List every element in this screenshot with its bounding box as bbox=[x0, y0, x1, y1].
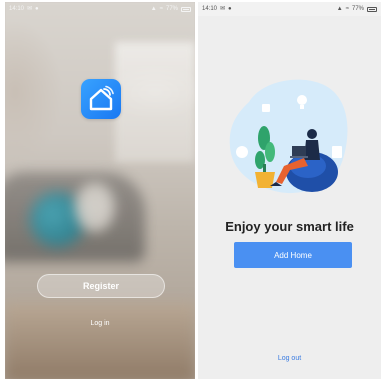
login-link[interactable]: Log in bbox=[5, 320, 195, 327]
add-home-button[interactable]: Add Home bbox=[234, 242, 352, 268]
house-wifi-icon bbox=[89, 85, 114, 111]
status-time: 14:10 bbox=[9, 6, 25, 12]
smart-speaker-icon bbox=[236, 146, 248, 158]
battery-percent: 77% bbox=[351, 6, 364, 12]
message-icon: ✉ bbox=[220, 6, 226, 12]
notification-icon: ● bbox=[228, 6, 232, 12]
logout-link[interactable]: Log out bbox=[198, 355, 381, 362]
background-table bbox=[5, 302, 195, 379]
battery-icon bbox=[367, 6, 377, 12]
signal-icon: ▲ bbox=[150, 6, 157, 12]
background-window bbox=[115, 42, 195, 162]
message-icon: ✉ bbox=[27, 6, 33, 12]
headline: Enjoy your smart life bbox=[225, 219, 354, 234]
smart-plug-icon bbox=[332, 146, 342, 158]
battery-percent: 77% bbox=[165, 6, 178, 12]
status-time: 14:10 bbox=[202, 6, 218, 12]
wifi-icon: ≈ bbox=[159, 6, 163, 12]
add-home-screen: 14:10 ✉ ● ▲ ≈ 77% Enjoy your smart life … bbox=[198, 2, 381, 379]
signal-icon: ▲ bbox=[336, 6, 343, 12]
status-bar: 14:10 ✉ ● ▲ ≈ 77% bbox=[198, 2, 381, 16]
smart-home-icon bbox=[81, 79, 121, 119]
screenshot-canvas: 14:10 ✉ ● ▲ ≈ 77% Register Log in 14:10 … bbox=[0, 0, 385, 382]
status-bar: 14:10 ✉ ● ▲ ≈ 77% bbox=[5, 2, 195, 16]
register-button[interactable]: Register bbox=[37, 274, 165, 298]
smart-life-illustration bbox=[229, 79, 348, 194]
wifi-icon: ≈ bbox=[345, 6, 349, 12]
welcome-screen: 14:10 ✉ ● ▲ ≈ 77% Register Log in bbox=[5, 2, 195, 379]
battery-icon bbox=[181, 6, 191, 12]
smart-device-icon bbox=[262, 104, 270, 112]
background-decor bbox=[75, 182, 115, 232]
notification-icon: ● bbox=[35, 6, 39, 12]
